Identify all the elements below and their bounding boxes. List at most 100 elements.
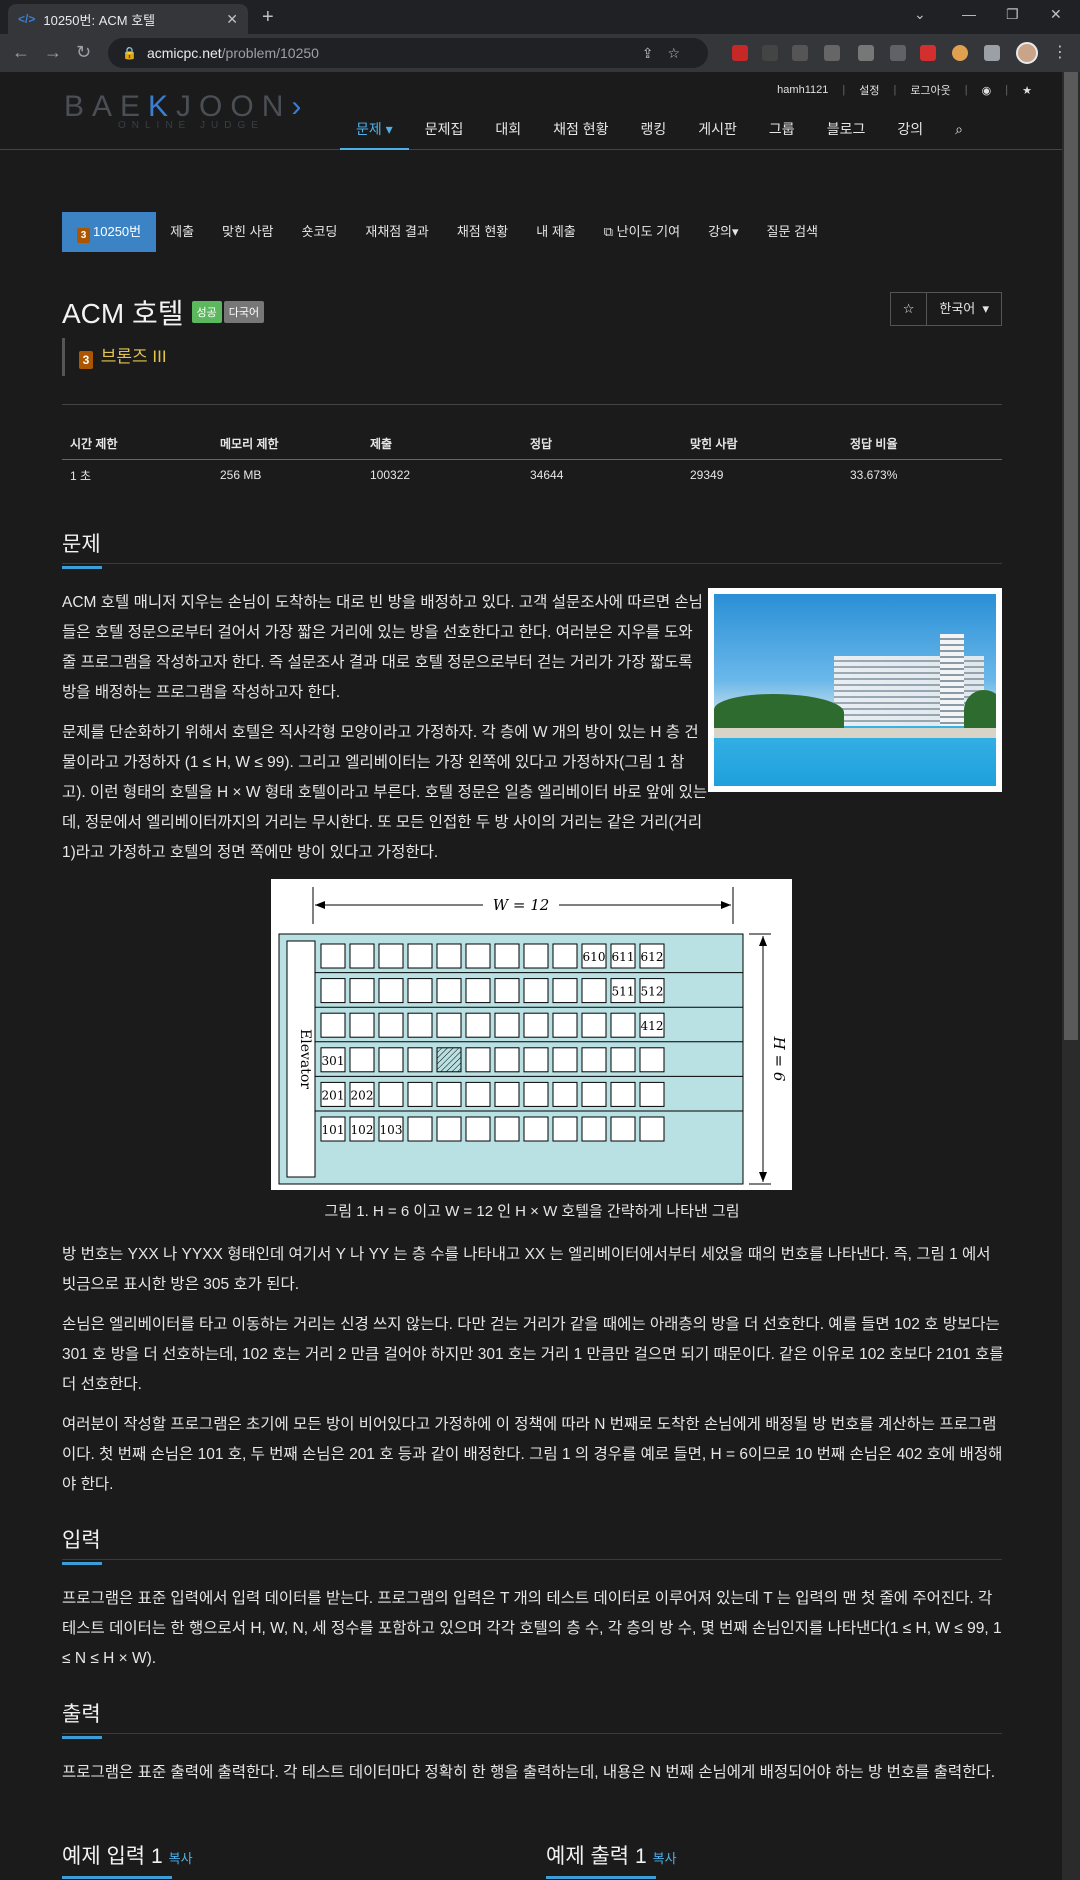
tab-problem[interactable]: 3 10250번 bbox=[62, 212, 157, 252]
page-scrollbar[interactable] bbox=[1062, 72, 1080, 1880]
copy-sample-output-button[interactable]: 복사 bbox=[653, 1851, 677, 1866]
tab-questions[interactable]: 질문 검색 bbox=[753, 212, 832, 252]
room-box bbox=[494, 943, 520, 969]
problem-info-table: 시간 제한 메모리 제한 제출 정답 맞힌 사람 정답 비율 1 초 256 M… bbox=[62, 428, 1002, 490]
back-icon[interactable]: ← bbox=[12, 42, 30, 63]
restore-icon[interactable]: ❐ bbox=[1006, 6, 1019, 23]
room-box bbox=[552, 1012, 578, 1038]
reload-icon[interactable]: ↻ bbox=[76, 42, 91, 63]
room-box bbox=[407, 1012, 433, 1038]
room-box bbox=[610, 1116, 636, 1142]
site-header: BAEKJOON› ONLINE JUDGE hamh1121 | 설정 | 로… bbox=[0, 72, 1062, 150]
title-actions: ☆ 한국어 ▾ bbox=[889, 292, 1002, 326]
room-box bbox=[523, 978, 549, 1004]
user-menu: hamh1121 | 설정 | 로그아웃 | ◉ | ★ bbox=[777, 82, 1032, 98]
room-box bbox=[378, 978, 404, 1004]
room-box bbox=[494, 1047, 520, 1073]
extension-icon[interactable] bbox=[920, 45, 936, 61]
room-box bbox=[610, 1012, 636, 1038]
window-close-icon[interactable]: ✕ bbox=[1050, 6, 1062, 23]
copy-sample-input-button[interactable]: 복사 bbox=[169, 1851, 193, 1866]
nav-problems[interactable]: 문제 ▾ bbox=[340, 118, 409, 150]
room-box bbox=[581, 1012, 607, 1038]
minimize-icon[interactable]: — bbox=[962, 6, 976, 22]
tier-label: 3 브론즈 III bbox=[62, 338, 167, 376]
tab-status[interactable]: 채점 현황 bbox=[443, 212, 522, 252]
address-bar[interactable]: 🔒 acmicpc.net/problem/10250 ⇪☆ bbox=[108, 38, 708, 68]
site-logo[interactable]: BAEKJOON› ONLINE JUDGE bbox=[64, 90, 309, 131]
nav-workbook[interactable]: 문제집 bbox=[409, 118, 480, 150]
room-box bbox=[581, 1081, 607, 1107]
room-box bbox=[552, 1081, 578, 1107]
url-path: /problem/10250 bbox=[221, 45, 319, 61]
ublock-extension-icon[interactable] bbox=[732, 45, 748, 61]
menu-kebab-icon[interactable]: ⋮ bbox=[1052, 42, 1068, 62]
profile-avatar[interactable] bbox=[1016, 42, 1038, 64]
share-bookmark-icons[interactable]: ⇪☆ bbox=[642, 45, 694, 62]
language-dropdown[interactable]: 한국어 ▾ bbox=[927, 292, 1002, 326]
username-link[interactable]: hamh1121 bbox=[777, 84, 828, 96]
star-icon[interactable]: ★ bbox=[1022, 84, 1032, 97]
room-box bbox=[552, 1047, 578, 1073]
room-box bbox=[523, 1012, 549, 1038]
room-box bbox=[523, 943, 549, 969]
room-number: 202 bbox=[351, 1088, 374, 1102]
room-box bbox=[581, 1047, 607, 1073]
nav-group[interactable]: 그룹 bbox=[753, 118, 811, 150]
room-number: 610 bbox=[583, 950, 606, 964]
room-box bbox=[494, 1116, 520, 1142]
extension-icon[interactable] bbox=[890, 45, 906, 61]
room-number: 101 bbox=[322, 1123, 345, 1137]
close-tab-icon[interactable]: ✕ bbox=[226, 11, 238, 28]
room-box bbox=[320, 943, 346, 969]
width-label: W = 12 bbox=[493, 896, 550, 914]
search-icon[interactable]: ⌕ bbox=[939, 118, 979, 150]
sample-output-heading: 예제 출력 1 복사 bbox=[546, 1840, 677, 1879]
tab-lecture[interactable]: 강의▾ bbox=[694, 212, 752, 252]
browser-tab[interactable]: </> 10250번: ACM 호텔 ✕ bbox=[8, 4, 248, 34]
room-box bbox=[639, 1116, 665, 1142]
nav-status[interactable]: 채점 현황 bbox=[537, 118, 624, 150]
table-row: 1 초 256 MB 100322 34644 29349 33.673% bbox=[70, 468, 898, 483]
scrollbar-thumb[interactable] bbox=[1064, 72, 1078, 1040]
nav-ranking[interactable]: 랭킹 bbox=[625, 118, 683, 150]
nav-board[interactable]: 게시판 bbox=[682, 118, 753, 150]
puzzle-icon[interactable] bbox=[984, 45, 1000, 61]
problem-paragraph-3: 방 번호는 YXX 나 YYXX 형태인데 여기서 Y 나 YY 는 층 수를 … bbox=[62, 1246, 991, 1293]
favorite-star-button[interactable]: ☆ bbox=[889, 292, 928, 326]
room-box bbox=[407, 943, 433, 969]
globe-icon[interactable]: ◉ bbox=[982, 84, 992, 97]
nav-lecture[interactable]: 강의 bbox=[881, 118, 939, 150]
settings-link[interactable]: 설정 bbox=[859, 82, 879, 98]
bronze-tier-icon: 3 bbox=[79, 351, 93, 369]
room-box bbox=[465, 978, 491, 1004]
cookie-extension-icon[interactable] bbox=[952, 45, 968, 61]
extension-icon[interactable] bbox=[824, 45, 840, 61]
logout-link[interactable]: 로그아웃 bbox=[910, 82, 950, 98]
tab-title: 10250번: ACM 호텔 bbox=[43, 12, 156, 28]
room-box bbox=[378, 1012, 404, 1038]
problem-paragraph-4: 손님은 엘리베이터를 타고 이동하는 거리는 신경 쓰지 않는다. 다만 걷는 … bbox=[62, 1316, 1004, 1393]
tab-difficulty[interactable]: ⧉ 난이도 기여 bbox=[590, 212, 694, 252]
problem-menu: 3 10250번 제출 맞힌 사람 숏코딩 재채점 결과 채점 현황 내 제출 ⧉… bbox=[62, 212, 832, 252]
room-box bbox=[407, 1047, 433, 1073]
room-box bbox=[610, 1081, 636, 1107]
tab-search-icon[interactable]: ⌄ bbox=[914, 6, 926, 23]
nav-blog[interactable]: 블로그 bbox=[811, 118, 882, 150]
new-tab-icon[interactable]: + bbox=[262, 6, 274, 29]
room-box bbox=[349, 1012, 375, 1038]
room-box bbox=[378, 943, 404, 969]
tab-my-submissions[interactable]: 내 제출 bbox=[522, 212, 590, 252]
nav-contest[interactable]: 대회 bbox=[479, 118, 537, 150]
tab-submit[interactable]: 제출 bbox=[156, 212, 208, 252]
room-box bbox=[378, 1081, 404, 1107]
extension-icon[interactable] bbox=[792, 45, 808, 61]
extension-icon[interactable] bbox=[858, 45, 874, 61]
tab-rejudge[interactable]: 재채점 결과 bbox=[351, 212, 442, 252]
tab-solvers[interactable]: 맞힌 사람 bbox=[208, 212, 287, 252]
forward-icon[interactable]: → bbox=[44, 42, 62, 63]
tab-shortcoding[interactable]: 숏코딩 bbox=[288, 212, 352, 252]
room-box bbox=[465, 1047, 491, 1073]
extension-icon[interactable] bbox=[762, 45, 778, 61]
url-host: acmicpc.net bbox=[146, 45, 222, 61]
